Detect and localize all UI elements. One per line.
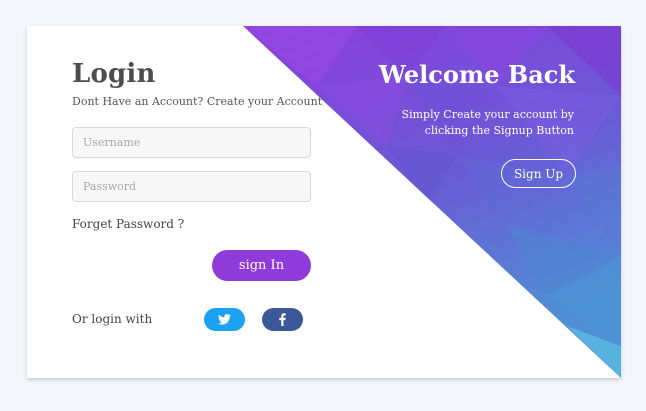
welcome-title: Welcome Back [378,60,575,89]
username-input[interactable] [72,127,311,158]
or-login-with-label: Or login with [72,312,153,326]
welcome-description: Simply Create your account by clicking t… [401,108,574,137]
sign-up-button[interactable]: Sign Up [501,159,576,188]
password-input[interactable] [72,171,311,202]
twitter-icon [218,314,231,325]
twitter-login-button[interactable] [204,308,245,331]
page-title: Login [72,59,156,89]
forget-password-link[interactable]: Forget Password ? [72,217,184,231]
facebook-login-button[interactable] [262,308,303,331]
create-account-text: Dont Have an Account? Create your Accoun… [72,95,323,108]
login-card: Login Dont Have an Account? Create your … [27,26,621,378]
sign-in-button[interactable]: sign In [212,250,311,281]
facebook-icon [279,313,286,326]
